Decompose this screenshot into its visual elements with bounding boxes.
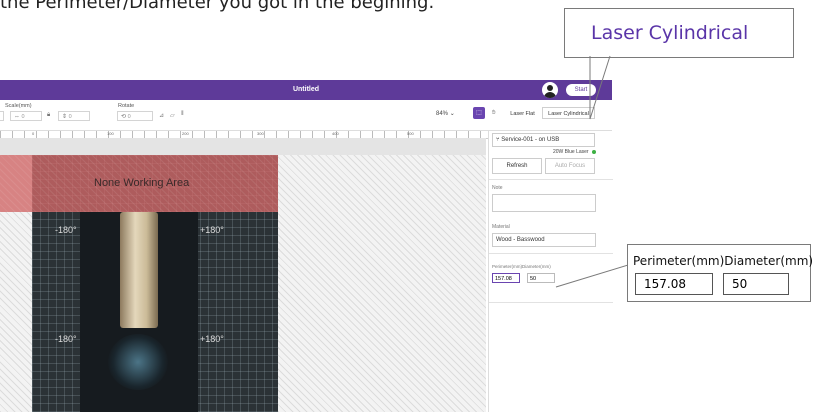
hand-tool-icon[interactable]: ✋︎ [492,110,495,117]
callout-diameter-input: 50 [723,273,789,295]
material-value: Wood - Basswood [496,237,545,243]
perimeter-callout: Perimeter(mm)Diameter(mm) 157.08 50 [627,244,813,302]
perimeter-input[interactable]: 157.08 [492,273,520,283]
toolbar: Scale(mm) ⇔ 0 🔒︎ ⇕ 0 Rotate ⟲ 0 ⊿ ▱ ⫴ 84… [0,100,612,131]
align-icon[interactable]: ⫴ [181,111,184,118]
start-button[interactable]: Start [566,84,596,96]
canvas[interactable]: None Working Area -180° +180° -180° +180… [0,138,486,412]
device-select[interactable]: ⑂ Service-001 - on USB [492,133,595,147]
divider [489,179,613,180]
rotate-icon: ⟲ [121,114,127,120]
status-dot-icon [592,150,596,154]
auto-focus-button[interactable]: Auto Focus [545,158,595,174]
window-title: Untitled [292,86,320,93]
ruler-tick: 200 [182,131,189,136]
flip-horizontal-icon[interactable]: ⊿ [159,112,164,119]
ruler-tick: 500 [407,131,414,136]
ruler-tick: 100 [107,131,114,136]
title-bar: Untitled Start [0,80,612,100]
rotate-value: 0 [127,114,131,120]
rotate-input[interactable]: ⟲ 0 [117,111,153,121]
refresh-button[interactable]: Refresh [492,158,542,174]
lock-ratio-icon[interactable]: 🔒︎ [47,112,50,119]
app-window: Untitled Start Scale(mm) ⇔ 0 🔒︎ ⇕ 0 Rota… [0,80,613,412]
instruction-text: the Perimeter/Diameter you got in the be… [0,0,435,13]
usb-icon: ⑂ [496,137,500,143]
cylinder-image [80,212,198,412]
scale-label: Scale(mm) [5,103,32,109]
ruler-tick: 400 [332,131,339,136]
diameter-input[interactable]: 50 [527,273,555,283]
right-panel: ⑂ Service-001 - on USB 20W Blue Laser Re… [488,131,613,412]
ruler-tick: 300 [257,131,264,136]
scale-h-input[interactable]: ⇕ 0 [58,111,90,121]
tab-laser-cylindrical[interactable]: Laser Cylindrical [542,107,595,119]
height-icon: ⇕ [62,114,68,120]
divider [489,253,613,254]
select-tool-icon[interactable]: ⬚ [473,107,485,119]
note-label: Note [492,185,503,191]
material-label: Material [492,224,510,230]
callout-perimeter-input: 157.08 [635,273,713,295]
rotate-label: Rotate [118,103,135,109]
tab-laser-flat[interactable]: Laser Flat [505,107,540,119]
hatched-margin-left [0,212,32,412]
avatar[interactable] [542,82,558,98]
degree-label-left-bottom: -180° [55,334,77,344]
scale-height-value: 0 [68,114,72,120]
scale-width-input[interactable] [0,111,4,121]
glow [108,334,168,390]
width-icon: ⇔ [14,114,20,120]
laser-type-label: 20W Blue Laser [553,149,589,155]
scale-width-value: 0 [21,114,25,120]
cylinder-body [120,212,158,328]
callout-title: Laser Cylindrical [591,22,749,44]
degree-label-left-top: -180° [55,225,77,235]
chevron-down-icon: ⌄ [449,111,455,117]
zoom-select[interactable]: 84% ⌄ [436,110,455,117]
scale-height-input[interactable]: ⇔ 0 [10,111,42,121]
perimeter-diameter-label: Perimeter(mm)Diameter(mm) [492,264,551,269]
callout-perimeter-label: Perimeter(mm)Diameter(mm) [633,254,813,268]
flip-vertical-icon[interactable]: ▱ [170,112,175,119]
none-working-area-label: None Working Area [94,177,190,189]
ruler-tick: 0 [32,131,35,136]
device-name: Service-001 - on USB [501,137,560,143]
note-input[interactable] [492,194,596,212]
degree-label-right-bottom: +180° [200,334,224,344]
divider [489,302,613,303]
none-working-area: None Working Area [0,155,278,212]
degree-label-right-top: +180° [200,225,224,235]
material-select[interactable]: Wood - Basswood [492,233,596,247]
laser-cylindrical-callout: Laser Cylindrical [564,8,794,58]
zoom-value: 84% [436,111,449,117]
hatched-margin-right [278,155,486,412]
